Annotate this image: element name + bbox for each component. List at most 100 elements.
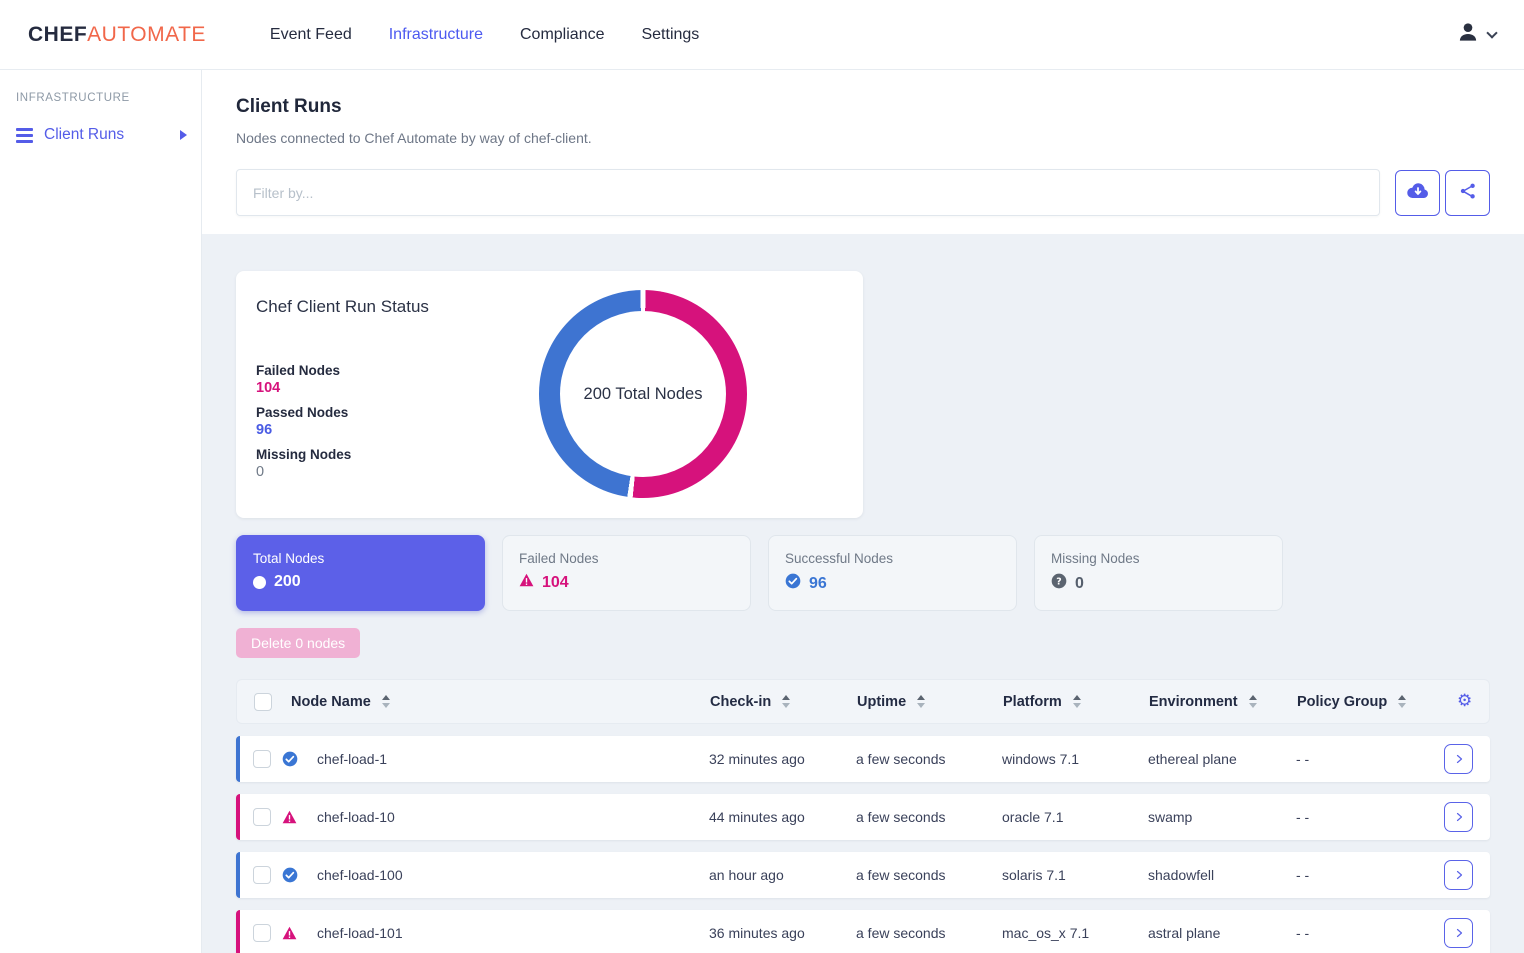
node-checkin: an hour ago [709, 867, 856, 883]
row-checkbox[interactable] [253, 866, 271, 884]
node-platform: mac_os_x 7.1 [1002, 925, 1148, 941]
missing-nodes-value: 0 [1075, 575, 1084, 593]
user-icon [1455, 19, 1481, 50]
chevron-right-icon [1453, 753, 1465, 765]
node-uptime: a few seconds [856, 809, 1002, 825]
nav-infrastructure[interactable]: Infrastructure [389, 26, 483, 44]
check-circle-icon [282, 867, 309, 883]
missing-count: 0 [256, 464, 863, 480]
nodes-table: Node Name Check-in Uptime Platform [236, 679, 1490, 953]
node-uptime: a few seconds [856, 751, 1002, 767]
download-button[interactable] [1395, 170, 1440, 216]
status-card-title: Chef Client Run Status [256, 297, 863, 317]
col-policy-group: Policy Group [1297, 694, 1445, 710]
chef-automate-logo[interactable]: CHEFAUTOMATE [28, 23, 206, 47]
node-name[interactable]: chef-load-100 [309, 867, 709, 883]
filter-bar [236, 169, 1490, 216]
table-settings-button[interactable]: ⚙ [1451, 692, 1478, 711]
user-menu[interactable] [1455, 19, 1496, 50]
stat-card-failed[interactable]: Failed Nodes 104 [502, 535, 751, 611]
col-environment: Environment [1149, 694, 1297, 710]
table-row: chef-load-10 44 minutes ago a few second… [236, 794, 1490, 840]
check-circle-icon [282, 751, 309, 767]
sidebar-item-label: Client Runs [44, 126, 124, 144]
stat-card-row: Total Nodes 200 Failed Nodes 104 [236, 535, 1490, 611]
node-checkin: 32 minutes ago [709, 751, 856, 767]
select-all-checkbox[interactable] [254, 693, 272, 711]
sort-uptime[interactable] [917, 695, 925, 708]
row-checkbox[interactable] [253, 924, 271, 942]
node-environment: shadowfell [1148, 867, 1296, 883]
triangle-right-icon[interactable] [180, 130, 187, 140]
stat-card-successful[interactable]: Successful Nodes 96 [768, 535, 1017, 611]
row-expand-button[interactable] [1444, 744, 1473, 774]
row-expand-button[interactable] [1444, 860, 1473, 890]
sort-checkin[interactable] [782, 695, 790, 708]
logo-chef: CHEF [28, 23, 87, 46]
row-expand-button[interactable] [1444, 802, 1473, 832]
sort-node-name[interactable] [382, 695, 390, 708]
nav-compliance[interactable]: Compliance [520, 26, 604, 44]
row-checkbox[interactable] [253, 808, 271, 826]
main-nav: Event Feed Infrastructure Compliance Set… [270, 26, 699, 44]
node-policy-group: - - [1296, 751, 1444, 767]
col-uptime: Uptime [857, 694, 1003, 710]
node-environment: swamp [1148, 809, 1296, 825]
logo-automate: AUTOMATE [87, 23, 206, 46]
sort-environment[interactable] [1249, 695, 1257, 708]
stat-card-missing[interactable]: Missing Nodes ? 0 [1034, 535, 1283, 611]
donut-center-label: 200 Total Nodes [584, 385, 703, 404]
sort-policy-group[interactable] [1398, 695, 1406, 708]
chevron-right-icon [1453, 927, 1465, 939]
chevron-down-icon [1486, 27, 1497, 38]
row-checkbox[interactable] [253, 750, 271, 768]
table-header: Node Name Check-in Uptime Platform [236, 679, 1490, 724]
table-row: chef-load-1 32 minutes ago a few seconds… [236, 736, 1490, 782]
node-policy-group: - - [1296, 809, 1444, 825]
node-policy-group: - - [1296, 925, 1444, 941]
total-nodes-value: 200 [274, 573, 301, 591]
check-circle-icon [785, 573, 801, 594]
page-subtitle: Nodes connected to Chef Automate by way … [236, 130, 1490, 146]
warning-triangle-icon [519, 573, 534, 592]
cloud-download-icon [1406, 181, 1430, 204]
run-status-donut-chart: 200 Total Nodes [539, 290, 747, 498]
node-environment: astral plane [1148, 925, 1296, 941]
page-title: Client Runs [236, 96, 1490, 118]
node-uptime: a few seconds [856, 867, 1002, 883]
delete-nodes-button[interactable]: Delete 0 nodes [236, 628, 360, 658]
table-row: chef-load-100 an hour ago a few seconds … [236, 852, 1490, 898]
node-environment: ethereal plane [1148, 751, 1296, 767]
main-content: Client Runs Nodes connected to Chef Auto… [202, 70, 1524, 953]
node-platform: windows 7.1 [1002, 751, 1148, 767]
node-platform: solaris 7.1 [1002, 867, 1148, 883]
table-body: chef-load-1 32 minutes ago a few seconds… [236, 736, 1490, 953]
node-checkin: 44 minutes ago [709, 809, 856, 825]
share-button[interactable] [1445, 170, 1490, 216]
failed-nodes-value: 104 [542, 574, 569, 592]
sort-platform[interactable] [1073, 695, 1081, 708]
nav-settings[interactable]: Settings [641, 26, 699, 44]
col-checkin: Check-in [710, 694, 857, 710]
question-circle-icon: ? [1051, 573, 1067, 594]
warning-triangle-icon [282, 926, 309, 940]
filter-input[interactable] [236, 169, 1380, 216]
nav-event-feed[interactable]: Event Feed [270, 26, 352, 44]
svg-text:?: ? [1056, 576, 1061, 587]
node-name[interactable]: chef-load-101 [309, 925, 709, 941]
row-expand-button[interactable] [1444, 918, 1473, 948]
sidebar-section-label: INFRASTRUCTURE [16, 92, 201, 104]
warning-triangle-icon [282, 810, 309, 824]
gear-icon: ⚙ [1457, 691, 1472, 711]
sidebar-item-client-runs[interactable]: Client Runs [0, 120, 201, 150]
node-checkin: 36 minutes ago [709, 925, 856, 941]
node-name[interactable]: chef-load-1 [309, 751, 709, 767]
chevron-right-icon [1453, 811, 1465, 823]
circle-icon [253, 576, 266, 589]
node-platform: oracle 7.1 [1002, 809, 1148, 825]
stat-card-total[interactable]: Total Nodes 200 [236, 535, 485, 611]
col-platform: Platform [1003, 694, 1149, 710]
col-node-name: Node Name [283, 694, 710, 710]
list-icon [16, 128, 33, 143]
node-name[interactable]: chef-load-10 [309, 809, 709, 825]
